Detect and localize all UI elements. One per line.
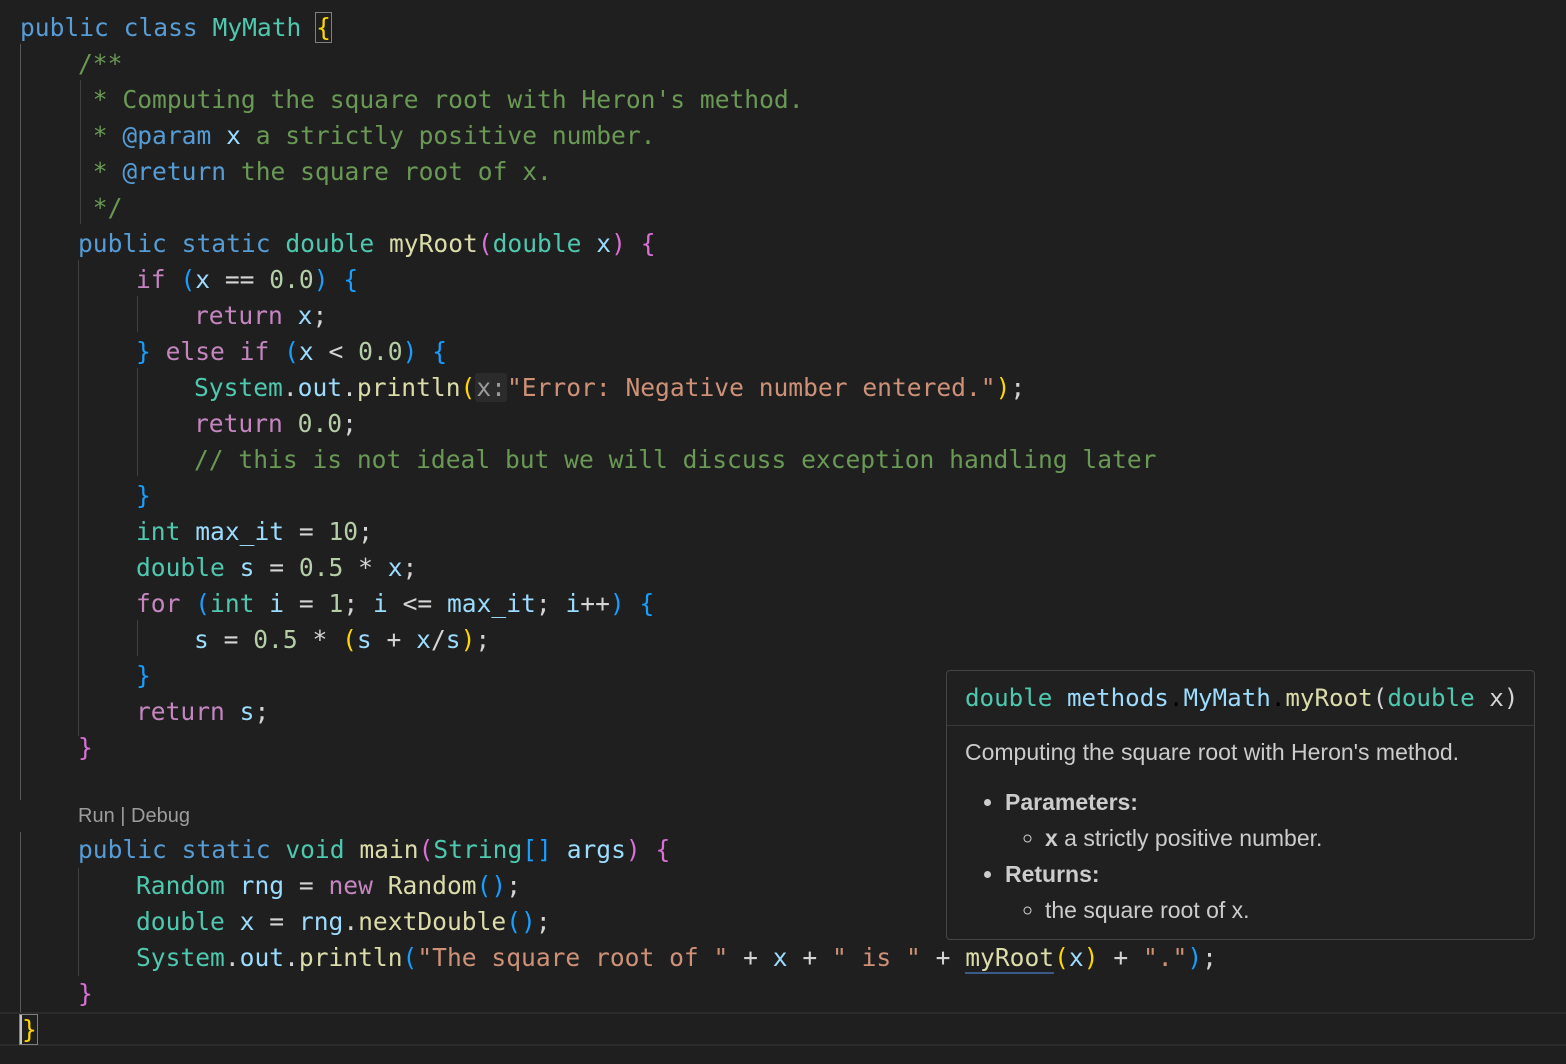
code-line: public static double myRoot(double x) { <box>78 229 656 258</box>
code-line: System.out.println(x:"Error: Negative nu… <box>194 373 1026 402</box>
hover-docs: Computing the square root with Heron's m… <box>947 726 1534 928</box>
myroot-reference[interactable]: myRoot <box>965 943 1055 974</box>
code-line: for (int i = 1; i <= max_it; i++) { <box>136 589 655 618</box>
hover-description: Computing the square root with Heron's m… <box>965 739 1460 765</box>
debug-codelens[interactable]: Debug <box>131 805 190 827</box>
hover-returns-item: Returns: the square root of x. <box>1005 856 1516 928</box>
run-codelens[interactable]: Run <box>78 805 115 827</box>
text-cursor: } <box>19 1014 38 1045</box>
code-line: if (x == 0.0) { <box>136 265 359 294</box>
doc-comment-line: */ <box>78 193 123 222</box>
code-line: Random rng = new Random(); <box>136 871 522 900</box>
hover-params-item: Parameters: x a strictly positive number… <box>1005 784 1516 856</box>
inlay-hint: x: <box>475 373 507 402</box>
code-line: return x; <box>194 301 328 330</box>
code-line: s = 0.5 * (s + x/s); <box>194 625 491 654</box>
hover-returns-entry: the square root of x. <box>1045 892 1516 928</box>
indent-guide <box>137 296 138 332</box>
code-line: } <box>136 481 151 510</box>
indent-guide <box>137 368 138 476</box>
comment-line: // this is not ideal but we will discuss… <box>194 445 1157 474</box>
code-editor[interactable]: public class MyMath { /** * Computing th… <box>0 0 1566 1064</box>
code-line: return s; <box>136 697 270 726</box>
doc-comment-line: /** <box>78 49 123 78</box>
indent-guide <box>78 260 79 736</box>
indent-guide <box>20 44 21 800</box>
hover-tag-list: Parameters: x a strictly positive number… <box>965 784 1516 928</box>
current-line-highlight <box>0 1012 1566 1046</box>
code-line: double s = 0.5 * x; <box>136 553 418 582</box>
code-line: } <box>78 979 93 1008</box>
hover-signature: double methods.MyMath.myRoot(double x) <box>947 671 1534 726</box>
code-line: } <box>19 1012 38 1048</box>
indent-guide <box>78 868 79 976</box>
code-line: System.out.println("The square root of "… <box>136 943 1217 974</box>
code-line: public static void main(String[] args) { <box>78 835 671 864</box>
indent-guide <box>20 832 21 1012</box>
doc-comment-line: * @param x a strictly positive number. <box>78 121 656 150</box>
code-line: int max_it = 10; <box>136 517 373 546</box>
doc-comment-line: * @return the square root of x. <box>78 157 552 186</box>
code-line: public class MyMath { <box>20 12 332 43</box>
codelens: Run | Debug <box>78 805 190 827</box>
code-line: return 0.0; <box>194 409 357 438</box>
hover-param-entry: x a strictly positive number. <box>1045 820 1516 856</box>
code-line: } else if (x < 0.0) { <box>136 337 448 366</box>
indent-guide <box>137 620 138 656</box>
code-line: } <box>136 661 151 690</box>
code-line: } <box>78 733 93 762</box>
doc-comment-line: * Computing the square root with Heron's… <box>78 85 804 114</box>
code-line: double x = rng.nextDouble(); <box>136 907 551 936</box>
hover-tooltip[interactable]: double methods.MyMath.myRoot(double x) C… <box>946 670 1535 940</box>
